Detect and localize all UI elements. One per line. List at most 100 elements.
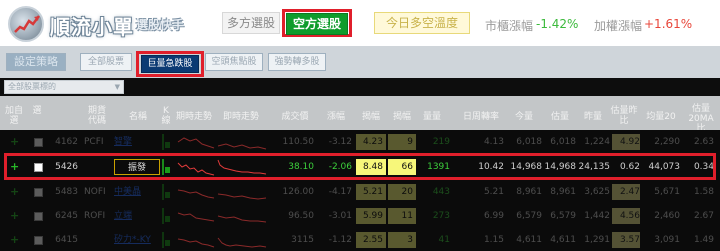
futures-code: PCFI bbox=[84, 137, 104, 147]
col-range-a[interactable]: 揭幅 bbox=[358, 112, 384, 122]
long-mode-button[interactable]: 多方選股 bbox=[222, 12, 280, 34]
est-ma20-ratio: 2.63 bbox=[693, 137, 714, 147]
realtime-trend-sparkline[interactable] bbox=[216, 132, 270, 152]
futures-code: NOFI bbox=[84, 187, 106, 197]
index-change-value: +1.61% bbox=[644, 17, 693, 31]
price: 110.50 bbox=[282, 137, 315, 147]
app-subtitle: 選股快手 bbox=[136, 18, 185, 32]
col-realtime-trend[interactable]: 即時走勢 bbox=[216, 112, 266, 122]
volume-count: 273 bbox=[432, 211, 450, 221]
col-add-watchlist[interactable]: 加自選 bbox=[4, 106, 24, 126]
table-row[interactable]: + 4162 PCFI 智擎 110.50 -3.12 4.23 9 219 4… bbox=[0, 130, 720, 154]
change-pct: -3.01 bbox=[328, 211, 352, 221]
stock-code: 6245 bbox=[55, 211, 78, 221]
stock-code: 6415 bbox=[55, 235, 78, 245]
add-watchlist-button[interactable]: + bbox=[10, 232, 19, 248]
realtime-trend-sparkline[interactable] bbox=[216, 206, 270, 226]
est-yest-ratio: 3.57 bbox=[612, 232, 640, 248]
col-yesterday-volume[interactable]: 昨量 bbox=[578, 112, 608, 122]
ma20-volume: 3,091 bbox=[654, 235, 680, 245]
tab-strategy-settings[interactable]: 設定策略 bbox=[6, 53, 66, 71]
tab-all-stocks[interactable]: 全部股票 bbox=[80, 53, 132, 71]
table-row[interactable]: + 5483 NOFI 中美晶 126.00 -4.17 5.21 20 443… bbox=[0, 180, 720, 204]
table-row[interactable]: + 6415 矽力*-KY 3115 -1.12 2.55 3 41 1.15 … bbox=[0, 228, 720, 251]
price: 126.00 bbox=[282, 187, 315, 197]
stock-name-link[interactable]: 中美晶 bbox=[114, 184, 160, 200]
col-name[interactable]: 名稱 bbox=[118, 112, 158, 122]
stock-universe-select[interactable]: 全部股票標的 ▼ bbox=[4, 80, 124, 94]
col-est-yest-ratio[interactable]: 估量昨比 bbox=[610, 106, 638, 126]
table-header: 加自選 選 期貨代碼 名稱 K線 期時走勢 即時走勢 成交價 漲幅 揭幅 揭幅 … bbox=[0, 96, 720, 134]
period-trend-sparkline[interactable] bbox=[176, 206, 216, 226]
volume-count: 219 bbox=[432, 137, 450, 147]
change-pct: -4.17 bbox=[328, 187, 352, 197]
row-checkbox[interactable] bbox=[34, 138, 43, 147]
range-a: 4.23 bbox=[356, 134, 386, 150]
futures-code bbox=[84, 232, 112, 248]
estimated-volume: 4,611 bbox=[550, 235, 576, 245]
futures-code: ROFI bbox=[84, 211, 106, 221]
period-trend-sparkline[interactable] bbox=[176, 230, 216, 250]
ma20-volume: 2,460 bbox=[654, 211, 680, 221]
stock-name-link[interactable]: 智擎 bbox=[114, 134, 160, 150]
row-checkbox[interactable] bbox=[34, 212, 43, 221]
today-volume: 4,611 bbox=[516, 235, 542, 245]
row-checkbox[interactable] bbox=[34, 236, 43, 245]
realtime-trend-sparkline[interactable] bbox=[216, 182, 270, 202]
kline-mini bbox=[162, 232, 172, 248]
col-period-trend[interactable]: 期時走勢 bbox=[174, 112, 214, 122]
range-b: 9 bbox=[388, 134, 416, 150]
app-title: 順流小單 bbox=[50, 15, 134, 39]
yesterday-volume: 1,442 bbox=[584, 211, 610, 221]
stock-code: 5483 bbox=[55, 187, 78, 197]
table-row[interactable]: + 6245 ROFI 立端 96.50 -3.01 5.99 11 273 6… bbox=[0, 204, 720, 228]
range-b: 3 bbox=[388, 232, 416, 248]
row-checkbox[interactable] bbox=[34, 188, 43, 197]
logo-icon bbox=[8, 6, 44, 42]
volume-count: 41 bbox=[438, 235, 450, 245]
add-watchlist-button[interactable]: + bbox=[10, 134, 19, 150]
strategy-tab-bar: 設定策略 全部股票 巨量急跌股 空頭焦點股 強勢轉多股 bbox=[0, 46, 720, 78]
range-b: 11 bbox=[388, 208, 416, 224]
tab-strong-reversal[interactable]: 強勢轉多股 bbox=[268, 53, 326, 71]
add-watchlist-button[interactable]: + bbox=[10, 208, 19, 224]
col-ma20[interactable]: 均量20 bbox=[645, 112, 677, 122]
today-volume: 6,579 bbox=[516, 211, 542, 221]
price: 96.50 bbox=[288, 211, 314, 221]
period-trend-sparkline[interactable] bbox=[176, 132, 216, 152]
col-price[interactable]: 成交價 bbox=[274, 112, 316, 122]
stock-name-link[interactable]: 矽力*-KY bbox=[114, 232, 160, 248]
col-estimated-volume[interactable]: 估量 bbox=[545, 112, 575, 122]
range-a: 2.55 bbox=[356, 232, 386, 248]
short-mode-button[interactable]: 空方選股 bbox=[286, 13, 348, 35]
active-tab-highlight bbox=[136, 51, 204, 77]
col-today-volume[interactable]: 今量 bbox=[510, 112, 538, 122]
range-a: 5.99 bbox=[356, 208, 386, 224]
col-kline[interactable]: K線 bbox=[160, 106, 172, 126]
add-watchlist-button[interactable]: + bbox=[10, 184, 19, 200]
stock-code: 4162 bbox=[55, 137, 78, 147]
today-temperature-button[interactable]: 今日多空溫度 bbox=[374, 12, 470, 34]
daily-turnover: 6.99 bbox=[483, 211, 504, 221]
period-trend-sparkline[interactable] bbox=[176, 182, 216, 202]
chevron-down-icon: ▼ bbox=[114, 83, 120, 91]
app-window: 順流小單 選股快手 多方選股 空方選股 今日多空溫度 市櫃漲幅 -1.42% 加… bbox=[0, 0, 720, 251]
today-volume: 8,961 bbox=[516, 187, 542, 197]
ma20-volume: 5,671 bbox=[654, 187, 680, 197]
daily-turnover: 1.15 bbox=[483, 235, 504, 245]
stock-name-link[interactable]: 立端 bbox=[114, 208, 160, 224]
col-daily-turnover[interactable]: 日周轉率 bbox=[458, 112, 504, 122]
col-select[interactable]: 選 bbox=[29, 106, 45, 116]
estimated-volume: 6,018 bbox=[550, 137, 576, 147]
change-pct: -3.12 bbox=[328, 137, 352, 147]
index-change-label: 加權漲幅 bbox=[594, 19, 643, 33]
price: 3115 bbox=[291, 235, 314, 245]
tab-bear-focus[interactable]: 空頭焦點股 bbox=[205, 53, 263, 71]
realtime-trend-sparkline[interactable] bbox=[216, 230, 270, 250]
estimated-volume: 8,961 bbox=[550, 187, 576, 197]
col-change[interactable]: 漲幅 bbox=[322, 112, 350, 122]
col-futures-code[interactable]: 期貨代碼 bbox=[84, 106, 110, 126]
est-ma20-ratio: 2.67 bbox=[693, 211, 714, 221]
col-volume[interactable]: 量量 bbox=[419, 112, 445, 122]
col-range-b[interactable]: 揭幅 bbox=[389, 112, 415, 122]
